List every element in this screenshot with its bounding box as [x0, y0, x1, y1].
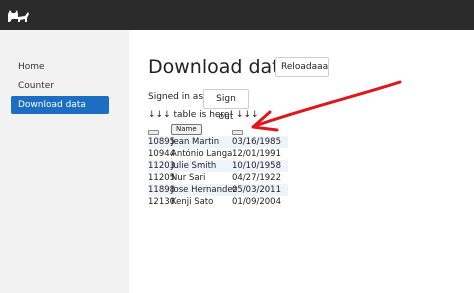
date-cell: 04/27/1922: [232, 173, 281, 183]
sidebar: Home Counter Download data: [0, 30, 129, 293]
table-hint: ↓↓↓ table is here! ↓↓↓: [148, 110, 259, 120]
name-cell: Julie Smith: [171, 161, 217, 171]
table-row: 11203 Julie Smith 10/10/1958: [148, 160, 288, 172]
id-column-header[interactable]: [148, 130, 159, 135]
name-column-header-button[interactable]: Name: [171, 124, 202, 135]
date-cell: 03/16/1985: [232, 137, 281, 147]
date-cell: 10/10/1958: [232, 161, 281, 171]
reload-button[interactable]: Reloadaaa: [275, 57, 329, 77]
table-header: Name: [148, 124, 288, 136]
cat-logo-icon[interactable]: [6, 6, 30, 24]
signed-in-text: Signed in as .: [148, 92, 209, 102]
name-cell: Nur Sari: [171, 173, 206, 183]
name-cell: Jose Hernandez: [171, 185, 238, 195]
table-row: 10944 António Langa 12/01/1991: [148, 148, 288, 160]
table-row: 11898 Jose Hernandez 05/03/2011: [148, 184, 288, 196]
date-cell: 12/01/1991: [232, 149, 281, 159]
sidebar-item-download-data[interactable]: Download data: [11, 96, 109, 114]
name-cell: Kenji Sato: [171, 197, 214, 207]
name-cell: António Langa: [171, 149, 233, 159]
date-cell: 05/03/2011: [232, 185, 281, 195]
sidebar-item-counter[interactable]: Counter: [11, 77, 109, 95]
main-content: Download data Reloadaaa Signed in as . S…: [129, 30, 474, 293]
sidebar-item-home[interactable]: Home: [11, 58, 109, 76]
sign-out-button[interactable]: Sign out: [203, 89, 249, 122]
top-bar: [0, 0, 474, 30]
date-cell: 01/09/2004: [232, 197, 281, 207]
date-column-header[interactable]: [232, 130, 243, 135]
data-table: 10895 Jean Martin 03/16/1985 10944 Antón…: [148, 136, 288, 208]
table-row: 10895 Jean Martin 03/16/1985: [148, 136, 288, 148]
page-title: Download data: [148, 56, 292, 78]
table-row: 12130 Kenji Sato 01/09/2004: [148, 196, 288, 208]
name-cell: Jean Martin: [171, 137, 220, 147]
table-row: 11205 Nur Sari 04/27/1922: [148, 172, 288, 184]
